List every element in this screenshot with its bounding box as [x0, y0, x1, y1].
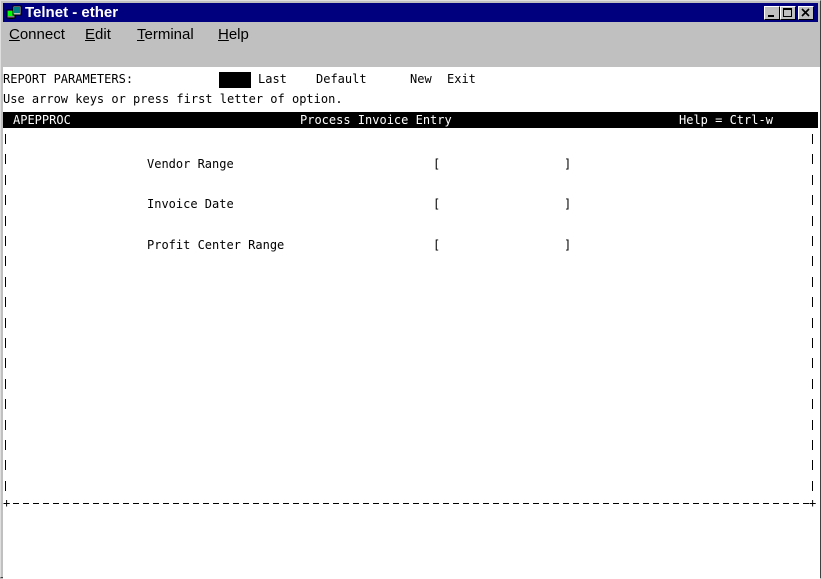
right-border-tick — [812, 277, 813, 287]
left-border-tick — [5, 154, 6, 164]
title-bar[interactable]: Telnet - ether — [3, 3, 818, 22]
bottom-dashed-rule — [13, 503, 809, 504]
right-border-tick — [812, 154, 813, 164]
menu-connect-mnemonic: C — [9, 26, 20, 43]
close-icon — [801, 8, 810, 17]
right-border-tick — [812, 358, 813, 368]
left-border-tick — [5, 216, 6, 226]
screen-title: Process Invoice Entry — [300, 113, 452, 127]
right-border-tick — [812, 216, 813, 226]
left-border-tick — [5, 338, 6, 348]
menu-connect[interactable]: Connect — [9, 26, 65, 43]
field-vendor-range-label: Vendor Range — [147, 157, 234, 171]
maximize-icon — [783, 8, 792, 17]
right-border-tick — [812, 256, 813, 266]
right-border-tick — [812, 236, 813, 246]
left-border-tick — [5, 379, 6, 389]
right-border-tick — [812, 440, 813, 450]
right-border-tick — [812, 420, 813, 430]
menu-help-mnemonic: H — [218, 26, 229, 43]
left-border-tick — [5, 358, 6, 368]
menu-help[interactable]: Help — [218, 26, 249, 43]
right-border-tick — [812, 338, 813, 348]
field-invoice-date-close: ] — [564, 197, 572, 211]
left-border-tick — [5, 195, 6, 205]
menu-help-label: elp — [228, 26, 249, 43]
menu-edit-mnemonic: E — [85, 26, 96, 43]
right-border-tick — [812, 134, 813, 144]
right-border-tick — [812, 297, 813, 307]
left-border-tick — [5, 440, 6, 450]
close-button[interactable] — [798, 6, 814, 20]
menu-edit[interactable]: Edit — [85, 26, 111, 43]
field-vendor-range-close: ] — [564, 157, 572, 171]
right-border-tick — [812, 175, 813, 185]
left-border-tick — [5, 175, 6, 185]
telnet-app-icon[interactable] — [6, 5, 22, 20]
menu-terminal-mnemonic: T — [137, 26, 145, 43]
left-border-tick — [5, 297, 6, 307]
field-profit-center-range-close: ] — [564, 238, 572, 252]
left-border-tick — [5, 256, 6, 266]
left-border-tick — [5, 399, 6, 409]
option-exit[interactable]: Exit — [447, 72, 476, 87]
field-invoice-date-label: Invoice Date — [147, 197, 234, 211]
field-profit-center-range-label: Profit Center Range — [147, 238, 285, 252]
menu-edit-label: dit — [95, 26, 111, 43]
left-border-tick — [5, 277, 6, 287]
field-vendor-range-open: [ — [433, 157, 441, 171]
field-profit-center-range-open: [ — [433, 238, 441, 252]
menu-connect-label: onnect — [19, 26, 65, 43]
left-border-tick — [5, 318, 6, 328]
maximize-button[interactable] — [780, 6, 796, 20]
right-border-tick — [812, 460, 813, 470]
window-title: Telnet - ether — [25, 4, 119, 21]
right-border-tick — [812, 481, 813, 491]
minimize-button[interactable] — [764, 6, 780, 20]
menu-terminal-label: erminal — [144, 26, 194, 43]
right-border-tick — [812, 399, 813, 409]
bottom-left-corner: + — [3, 496, 11, 510]
left-border-tick — [5, 236, 6, 246]
option-cursor[interactable] — [219, 72, 251, 88]
instruction-text: Use arrow keys or press first letter of … — [3, 92, 343, 106]
left-border-tick — [5, 420, 6, 430]
menu-terminal[interactable]: Terminal — [137, 26, 194, 43]
menu-bar: Connect Edit Terminal Help — [3, 23, 818, 45]
option-new[interactable]: New — [410, 72, 432, 87]
report-parameters-label: REPORT PARAMETERS: — [3, 72, 134, 86]
left-border-tick — [5, 460, 6, 470]
right-border-tick — [812, 318, 813, 328]
option-last[interactable]: Last — [258, 72, 287, 87]
program-id: APEPPROC — [13, 113, 71, 127]
option-default[interactable]: Default — [316, 72, 367, 87]
screen-header-bar: APEPPROC Process Invoice Entry Help = Ct… — [3, 112, 818, 128]
left-border-tick — [5, 134, 6, 144]
bottom-right-corner: + — [809, 496, 817, 510]
minimize-icon — [768, 15, 774, 17]
right-border-tick — [812, 195, 813, 205]
help-hint: Help = Ctrl-w — [679, 113, 773, 127]
right-border-tick — [812, 379, 813, 389]
left-border-tick — [5, 481, 6, 491]
field-invoice-date-open: [ — [433, 197, 441, 211]
telnet-window: Telnet - ether Connect Edit Terminal Hel… — [0, 0, 821, 579]
